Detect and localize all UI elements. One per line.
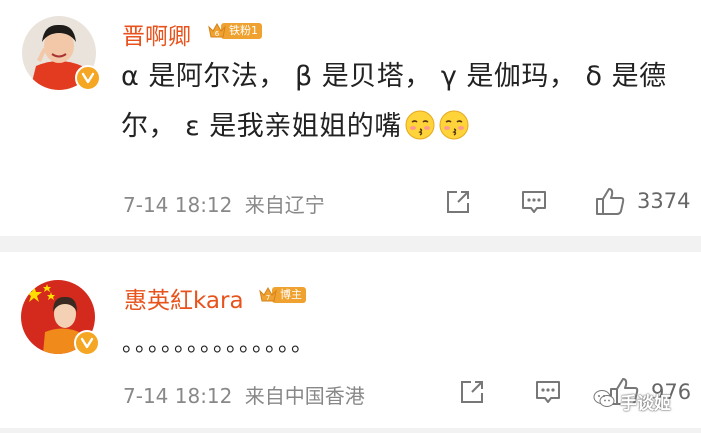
verified-icon [75,65,101,91]
watermark-text: 手谈姬 [620,393,671,414]
crown-icon: 6 [207,21,227,41]
comment-item: 晋啊卿 6 铁粉1 α 是阿尔法， β 是贝塔， γ 是伽玛， δ 是德 尔， … [0,0,701,236]
comment-meta: 7-14 18:12 来自中国香港 [123,380,365,409]
comment-time: 7-14 18:12 [123,193,233,217]
like-count: 3374 [637,189,691,213]
share-icon[interactable] [458,378,486,406]
comment-text-line: 尔， ε 是我亲姐姐的嘴 [121,111,402,142]
comment-time: 7-14 18:12 [123,384,233,408]
username[interactable]: 惠英紅kara [124,281,244,315]
comment-source: 来自辽宁 [244,193,325,217]
comment-meta: 7-14 18:12 来自辽宁 [123,189,325,218]
comment-text: 。。。。。。。。。。。。。。 [122,332,316,357]
badge-label: 铁粉1 [221,23,262,39]
like-icon[interactable] [594,186,626,216]
crown-icon: 7 [258,285,278,305]
kiss-face-emoji [404,108,436,140]
comment-text-line-2: 尔， ε 是我亲姐姐的嘴 [121,102,691,152]
svg-text:6: 6 [215,30,220,38]
section-divider [0,428,701,433]
section-divider [0,236,701,252]
fan-badge[interactable]: 6 铁粉1 [207,21,262,41]
comment-icon[interactable] [520,188,548,216]
verified-icon [74,330,100,356]
blogger-badge[interactable]: 7 博主 [258,285,306,305]
comment-icon[interactable] [534,378,562,406]
comment-source: 来自中国香港 [244,384,365,408]
comment-text: α 是阿尔法， β 是贝塔， γ 是伽玛， δ 是德 尔， ε 是我亲姐姐的嘴 [121,52,691,152]
kiss-face-emoji [438,108,470,140]
watermark: 手谈姬 [592,388,671,414]
comment-text-line: α 是阿尔法， β 是贝塔， γ 是伽玛， δ 是德 [121,61,667,92]
svg-text:7: 7 [266,294,270,302]
username[interactable]: 晋啊卿 [122,17,191,51]
wechat-logo-icon [592,388,616,414]
share-icon[interactable] [444,188,472,216]
